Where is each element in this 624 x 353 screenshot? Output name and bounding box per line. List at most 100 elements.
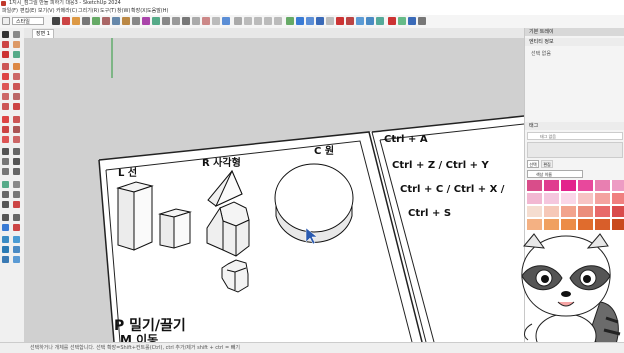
move-tool-icon[interactable] — [2, 116, 9, 123]
paint-bucket-icon[interactable] — [142, 17, 150, 25]
3d-text-icon[interactable] — [13, 168, 20, 175]
scene-tab-1[interactable]: 장면 1 — [32, 29, 54, 38]
materials-tab-edit[interactable]: 편집 — [541, 160, 553, 168]
view-iso-icon[interactable] — [234, 17, 242, 25]
menu-edit[interactable]: 편집(E) — [20, 7, 36, 15]
add-detail-icon[interactable] — [13, 256, 20, 263]
shaded-texture-icon[interactable] — [366, 17, 374, 25]
swatch[interactable] — [561, 180, 576, 191]
walk-icon[interactable] — [418, 17, 426, 25]
look-around-icon[interactable] — [2, 224, 9, 231]
style-dropdown[interactable]: 스타일 — [12, 17, 44, 25]
swatch[interactable] — [544, 193, 559, 204]
swatch[interactable] — [612, 206, 624, 217]
monochrome-icon[interactable] — [376, 17, 384, 25]
dimension-icon[interactable] — [13, 148, 20, 155]
swatch[interactable] — [561, 193, 576, 204]
zoom-extents-icon[interactable] — [182, 17, 190, 25]
view-back-icon[interactable] — [274, 17, 282, 25]
orbit-icon[interactable] — [152, 17, 160, 25]
view-top-icon[interactable] — [244, 17, 252, 25]
swatch[interactable] — [544, 206, 559, 217]
box-small[interactable] — [158, 208, 192, 249]
swatch[interactable] — [561, 206, 576, 217]
orbit-tool-icon[interactable] — [2, 181, 9, 188]
pencil-icon[interactable] — [72, 17, 80, 25]
zoom-tool-icon[interactable] — [2, 191, 9, 198]
box-tall[interactable] — [116, 181, 154, 251]
entity-info-header[interactable]: 엔티티 정보 — [525, 38, 624, 46]
pan-tool-icon[interactable] — [13, 181, 20, 188]
rotate-tool-icon[interactable] — [2, 126, 9, 133]
components-icon[interactable] — [192, 17, 200, 25]
polygon-tool-icon[interactable] — [13, 83, 20, 90]
zoom-extents-tool-icon[interactable] — [2, 201, 9, 208]
swatch[interactable] — [612, 180, 624, 191]
eraser-icon[interactable] — [62, 17, 70, 25]
text-icon[interactable] — [13, 158, 20, 165]
swatch[interactable] — [578, 219, 593, 230]
sandbox-icon[interactable] — [2, 236, 9, 243]
two-point-arc-icon[interactable] — [13, 93, 20, 100]
sandbox-scratch-icon[interactable] — [13, 236, 20, 243]
rotate-icon[interactable] — [296, 17, 304, 25]
menu-file[interactable]: 파일(F) — [2, 7, 18, 15]
shape-icon[interactable] — [92, 17, 100, 25]
materials-tab-select[interactable]: 선택 — [527, 160, 539, 168]
rectangle-tool-icon[interactable] — [2, 73, 9, 80]
protractor-icon[interactable] — [2, 158, 9, 165]
model-viewport[interactable]: L 선 R 사각형 C 원 P 밀기/끌기 M 이동 Ctrl + A Ctrl… — [24, 38, 524, 342]
arc-tool-icon[interactable] — [2, 93, 9, 100]
select-tool-icon[interactable] — [52, 17, 60, 25]
tape-measure-icon[interactable] — [122, 17, 130, 25]
swatch[interactable] — [544, 180, 559, 191]
lasso-icon[interactable] — [13, 31, 20, 38]
menu-view[interactable]: 보기(V) — [38, 7, 55, 15]
layer-icon[interactable] — [222, 17, 230, 25]
three-point-arc-icon[interactable] — [2, 103, 9, 110]
scenes-icon[interactable] — [212, 17, 220, 25]
swatch[interactable] — [595, 180, 610, 191]
text-tool-icon[interactable] — [132, 17, 140, 25]
material-collection-dropdown[interactable]: 색상 이름 — [527, 170, 583, 178]
walk-tool-icon[interactable] — [13, 214, 20, 221]
line-tool-icon[interactable] — [2, 63, 9, 70]
stamp-icon[interactable] — [13, 246, 20, 253]
arc-icon[interactable] — [82, 17, 90, 25]
shaded-icon[interactable] — [356, 17, 364, 25]
circle-tool-icon[interactable] — [2, 83, 9, 90]
paint-icon[interactable] — [2, 51, 9, 58]
swatch[interactable] — [527, 193, 542, 204]
section-icon[interactable] — [202, 17, 210, 25]
follow-me-icon[interactable] — [316, 17, 324, 25]
zoom-window-icon[interactable] — [13, 191, 20, 198]
swatch[interactable] — [578, 193, 593, 204]
tag-tool-icon[interactable] — [13, 51, 20, 58]
menu-draw[interactable]: 그리기(R) — [78, 7, 99, 15]
view-right-icon[interactable] — [264, 17, 272, 25]
swatch[interactable] — [595, 219, 610, 230]
scale-tool-icon[interactable] — [2, 136, 9, 143]
tag-header[interactable]: 태그 — [525, 122, 624, 130]
pie-icon[interactable] — [13, 103, 20, 110]
swatch[interactable] — [544, 219, 559, 230]
position-camera-icon[interactable] — [2, 214, 9, 221]
zoom-icon[interactable] — [172, 17, 180, 25]
tape-tool-icon[interactable] — [2, 148, 9, 155]
swatch[interactable] — [527, 206, 542, 217]
swatch[interactable] — [578, 180, 593, 191]
freehand-icon[interactable] — [13, 63, 20, 70]
drape-icon[interactable] — [2, 256, 9, 263]
xray-icon[interactable] — [326, 17, 334, 25]
extension-icon[interactable] — [398, 17, 406, 25]
menu-extensions[interactable]: 확장(X) — [131, 7, 148, 15]
hidden-line-icon[interactable] — [346, 17, 354, 25]
swatch[interactable] — [527, 219, 542, 230]
toolbar-menu-icon[interactable] — [2, 17, 10, 25]
share-icon[interactable] — [408, 17, 416, 25]
swatch[interactable] — [527, 180, 542, 191]
push-pull-icon[interactable] — [102, 17, 110, 25]
swatch[interactable] — [595, 193, 610, 204]
swatch[interactable] — [595, 206, 610, 217]
view-front-icon[interactable] — [254, 17, 262, 25]
